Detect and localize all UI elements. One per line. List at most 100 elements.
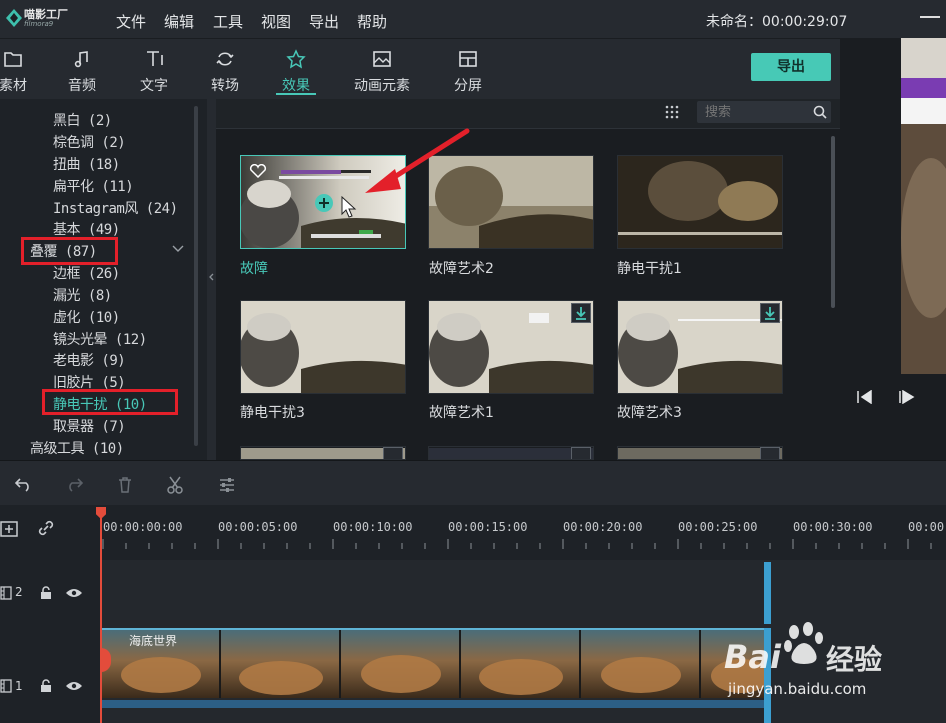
- transition-icon: [216, 52, 234, 66]
- preview-panel: [840, 38, 946, 460]
- sidebar-item-lens-flare[interactable]: 镜头光晕 (12): [53, 329, 147, 349]
- timeline-toolbar: [0, 460, 946, 505]
- lock-icon[interactable]: [40, 679, 52, 693]
- effect-thumb-static-1[interactable]: [617, 155, 783, 249]
- ruler-tick-label: 00:00:25:00: [678, 520, 758, 534]
- video-track-icon: [0, 586, 12, 600]
- link-icon[interactable]: [36, 518, 56, 538]
- effect-label-glitch: 故障: [240, 261, 268, 277]
- effect-label-glitch-art-2: 故障艺术2: [429, 261, 494, 277]
- sidebar-item-instagram[interactable]: Instagram风 (24): [53, 198, 178, 218]
- tab-audio[interactable]: 音频: [62, 39, 102, 100]
- add-track-icon[interactable]: [0, 518, 20, 538]
- grid-view-icon[interactable]: [664, 104, 680, 120]
- menu-tools[interactable]: 工具: [213, 11, 243, 32]
- tab-elements[interactable]: 动画元素: [350, 39, 414, 100]
- ruler-tick-label: 00:00:15:00: [448, 520, 528, 534]
- menu-view[interactable]: 视图: [261, 11, 291, 32]
- heart-icon[interactable]: [249, 164, 267, 178]
- timeline-ruler[interactable]: 00:00:00:00 00:00:05:00 00:00:10:00 00:0…: [100, 505, 946, 553]
- media-tabs-bar: 素材 音频 文字 转场 效果 动画元素 分屏 导出: [0, 38, 840, 99]
- preview-video: [901, 38, 946, 374]
- sidebar-item-blur[interactable]: 虚化 (10): [53, 307, 120, 327]
- delete-icon[interactable]: [117, 476, 133, 493]
- effect-thumb-glitch-art-3[interactable]: [617, 300, 783, 394]
- folder-icon: [4, 52, 22, 67]
- track-number-2: 2: [15, 585, 23, 599]
- tab-transition[interactable]: 转场: [205, 39, 245, 100]
- playhead[interactable]: [96, 507, 106, 723]
- download-icon[interactable]: [383, 447, 403, 459]
- effect-thumb-row3-3[interactable]: [617, 446, 783, 460]
- menu-edit[interactable]: 编辑: [164, 11, 194, 32]
- ruler-tick-label: 00:00:05:00: [218, 520, 298, 534]
- highlight-box-overlay: [21, 237, 118, 265]
- sidebar-item-distortion[interactable]: 扭曲 (18): [53, 154, 120, 174]
- video-track-icon: [0, 679, 12, 693]
- sidebar-item-flat[interactable]: 扁平化 (11): [53, 176, 134, 196]
- ruler-ticks: [102, 539, 932, 549]
- panel-divider[interactable]: [207, 99, 216, 460]
- tab-media[interactable]: 素材: [0, 39, 32, 100]
- effect-thumb-glitch-art-1[interactable]: [428, 300, 594, 394]
- image-icon: [373, 51, 391, 67]
- sidebar-item-old-film[interactable]: 老电影 (9): [53, 350, 126, 370]
- video-track-2[interactable]: [100, 560, 946, 626]
- effect-thumb-static-3[interactable]: [240, 300, 406, 394]
- sidebar-item-black-white[interactable]: 黑白 (2): [53, 110, 112, 130]
- track-end-marker[interactable]: [764, 562, 771, 624]
- cut-icon[interactable]: [166, 476, 184, 494]
- search-input[interactable]: [697, 101, 807, 124]
- play-icon[interactable]: [898, 390, 916, 404]
- tab-text[interactable]: 文字: [134, 39, 174, 100]
- thumbnail-image: [241, 448, 405, 459]
- previous-frame-icon[interactable]: [856, 390, 874, 404]
- search-box[interactable]: [697, 101, 831, 124]
- sidebar-item-viewfinder[interactable]: 取景器 (7): [53, 416, 126, 436]
- download-icon[interactable]: [760, 447, 780, 459]
- split-screen-icon: [459, 51, 477, 67]
- effect-label-glitch-art-1: 故障艺术1: [429, 405, 494, 421]
- thumbnail-image: [241, 301, 405, 393]
- thumbnail-image: [429, 301, 593, 393]
- minimize-icon[interactable]: [920, 16, 940, 18]
- undo-icon[interactable]: [14, 476, 34, 492]
- menu-export[interactable]: 导出: [309, 11, 339, 32]
- menu-file[interactable]: 文件: [116, 11, 146, 32]
- sidebar-item-border[interactable]: 边框 (26): [53, 263, 120, 283]
- search-icon[interactable]: [813, 105, 827, 119]
- tab-effects[interactable]: 效果: [276, 39, 316, 100]
- timeline-track-headers: 2 1: [0, 505, 100, 723]
- ruler-tick-label: 00:00: [908, 520, 945, 534]
- sidebar-item-basic[interactable]: 基本 (49): [53, 219, 120, 239]
- download-icon[interactable]: [760, 303, 780, 323]
- menu-bar: 喵影工厂 filmora9 文件 编辑 工具 视图 导出 帮助 未命名：00:0…: [0, 0, 946, 38]
- text-icon: [147, 51, 163, 66]
- chevron-down-icon[interactable]: [172, 245, 184, 253]
- effect-label-glitch-art-3: 故障艺术3: [617, 405, 682, 421]
- menu-help[interactable]: 帮助: [357, 11, 387, 32]
- sidebar-group-advanced-tools[interactable]: 高级工具 (10): [30, 438, 124, 458]
- effect-thumb-row3-1[interactable]: [240, 446, 406, 460]
- sidebar-item-light-leak[interactable]: 漏光 (8): [53, 285, 112, 305]
- watermark-brand-cn: 经验: [826, 643, 883, 676]
- collapse-arrow-icon[interactable]: [208, 273, 215, 281]
- sidebar-scrollbar[interactable]: [194, 106, 198, 446]
- library-scrollbar[interactable]: [831, 136, 835, 308]
- video-clip[interactable]: 海底世界: [101, 628, 770, 698]
- lock-icon[interactable]: [40, 586, 52, 600]
- redo-icon[interactable]: [64, 476, 84, 492]
- ruler-tick-label: 00:00:00:00: [103, 520, 183, 534]
- visibility-eye-icon[interactable]: [65, 587, 83, 599]
- annotation-arrow-icon: [365, 128, 470, 193]
- sidebar-item-sepia[interactable]: 棕色调 (2): [53, 132, 126, 152]
- download-icon[interactable]: [571, 447, 591, 459]
- effect-thumb-row3-2[interactable]: [428, 446, 594, 460]
- download-icon[interactable]: [571, 303, 591, 323]
- adjust-icon[interactable]: [218, 476, 236, 494]
- thumbnail-image: [618, 156, 782, 248]
- add-icon[interactable]: [314, 193, 334, 213]
- tab-split-screen[interactable]: 分屏: [448, 39, 488, 100]
- export-button[interactable]: 导出: [751, 53, 831, 81]
- visibility-eye-icon[interactable]: [65, 680, 83, 692]
